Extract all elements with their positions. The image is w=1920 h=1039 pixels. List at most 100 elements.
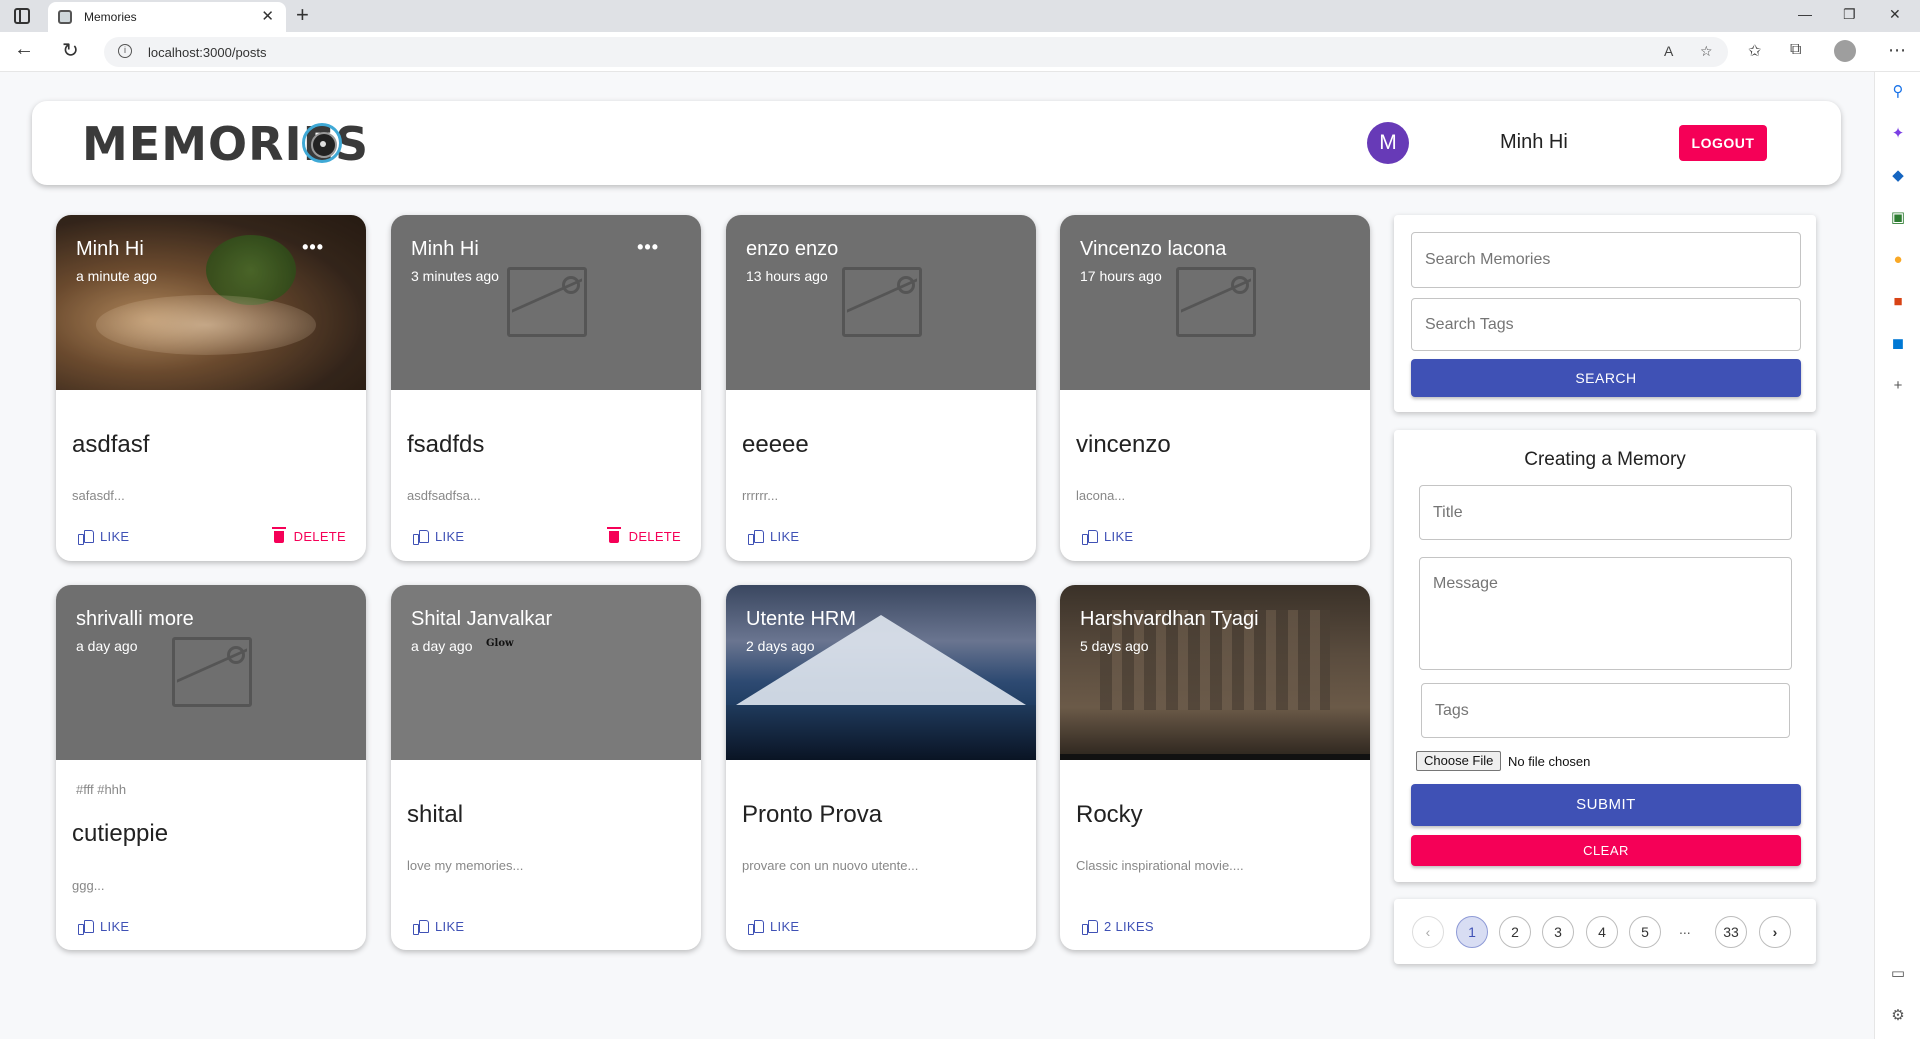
outlook-icon[interactable]: ◼ — [1888, 334, 1908, 354]
post-title: shital — [407, 801, 464, 828]
like-button[interactable]: 2 LIKES — [1082, 919, 1154, 935]
like-button[interactable]: LIKE — [748, 919, 799, 935]
post-author: shrivalli more — [76, 608, 194, 630]
post-time: 5 days ago — [1080, 638, 1149, 654]
post-message: ggg... — [72, 878, 105, 893]
like-label: LIKE — [1104, 529, 1134, 544]
settings-gear-icon[interactable]: ⚙ — [1888, 1006, 1908, 1026]
more-options-icon[interactable]: ••• — [302, 237, 324, 258]
title-input[interactable] — [1419, 485, 1792, 540]
read-aloud-icon[interactable]: A — [1664, 43, 1673, 59]
delete-label: DELETE — [293, 529, 346, 544]
search-icon[interactable]: ⚲ — [1888, 82, 1908, 102]
post-card[interactable]: shrivalli more a day ago #fff #hhh cutie… — [56, 585, 366, 950]
post-card[interactable]: Minh Hi a minute ago ••• asdfasf safasdf… — [56, 215, 366, 561]
logout-button[interactable]: LOGOUT — [1679, 125, 1767, 161]
page-button[interactable]: 33 — [1715, 916, 1747, 948]
thumb-up-icon — [1082, 919, 1098, 935]
thumb-up-icon — [78, 529, 94, 545]
more-options-icon[interactable]: ••• — [637, 237, 659, 258]
office-icon[interactable]: ■ — [1888, 292, 1908, 312]
add-sidebar-icon[interactable]: + — [1888, 376, 1908, 396]
like-button[interactable]: LIKE — [413, 529, 465, 545]
minimize-icon[interactable]: — — [1798, 6, 1812, 22]
games-icon[interactable]: ● — [1888, 250, 1908, 270]
post-title: cutieppie — [72, 820, 169, 847]
post-time: a day ago — [76, 638, 138, 654]
file-status: No file chosen — [1508, 754, 1591, 769]
page-ellipsis: ... — [1679, 921, 1691, 937]
page-button[interactable]: 3 — [1542, 916, 1574, 948]
thumb-up-icon — [748, 919, 764, 935]
message-input[interactable] — [1419, 557, 1792, 670]
previous-page-icon[interactable]: ‹ — [1412, 916, 1444, 948]
like-button[interactable]: LIKE — [78, 529, 129, 545]
page-button[interactable]: 2 — [1499, 916, 1531, 948]
collections-icon[interactable]: ⧉ — [1790, 41, 1801, 59]
shopping-tag-icon[interactable]: ◆ — [1888, 166, 1908, 186]
submit-button[interactable]: SUBMIT — [1411, 784, 1801, 826]
post-card[interactable]: Shital Janvalkar a day ago Glow shital l… — [391, 585, 701, 950]
like-label: LIKE — [435, 919, 465, 934]
url-text: localhost:3000/posts — [148, 45, 267, 60]
post-card[interactable]: Harshvardhan Tyagi 5 days ago Rocky Clas… — [1060, 585, 1370, 950]
search-memories-input[interactable] — [1411, 232, 1801, 288]
post-time: 3 minutes ago — [411, 268, 499, 284]
thumb-up-icon — [413, 919, 429, 935]
post-author: enzo enzo — [746, 238, 839, 260]
like-label: LIKE — [770, 529, 800, 544]
url-field[interactable]: i localhost:3000/posts A ☆ — [104, 37, 1728, 67]
delete-button[interactable]: DELETE — [606, 527, 681, 544]
like-button[interactable]: LIKE — [78, 919, 129, 935]
tab-close-icon[interactable]: ✕ — [261, 7, 274, 25]
post-tags: #fff #hhh — [76, 782, 127, 797]
like-label: LIKE — [435, 529, 465, 544]
tags-input[interactable] — [1421, 683, 1790, 738]
like-button[interactable]: LIKE — [748, 529, 800, 545]
post-title: asdfasf — [72, 431, 150, 458]
post-card[interactable]: Utente HRM 2 days ago Pronto Prova prova… — [726, 585, 1036, 950]
copilot-icon[interactable]: ✦ — [1888, 124, 1908, 144]
post-message: Classic inspirational movie.... — [1076, 858, 1244, 873]
image-placeholder-icon — [1176, 267, 1256, 337]
clear-button[interactable]: CLEAR — [1411, 835, 1801, 866]
restore-icon[interactable]: ❐ — [1843, 6, 1856, 23]
favorite-star-icon[interactable]: ☆ — [1700, 43, 1713, 60]
favorites-icon[interactable]: ✩ — [1748, 41, 1761, 61]
new-tab-icon[interactable]: + — [296, 2, 309, 28]
post-author: Utente HRM — [746, 608, 857, 630]
search-tags-input[interactable] — [1411, 298, 1801, 351]
delete-button[interactable]: DELETE — [271, 527, 346, 544]
tab-actions-icon[interactable] — [14, 8, 30, 24]
profile-avatar-icon[interactable] — [1834, 40, 1856, 62]
post-title: eeeee — [742, 431, 809, 458]
window-close-icon[interactable]: ✕ — [1889, 6, 1901, 23]
post-card[interactable]: Vincenzo lacona 17 hours ago vincenzo la… — [1060, 215, 1370, 561]
post-time: 13 hours ago — [746, 268, 828, 284]
next-page-icon[interactable]: › — [1759, 916, 1791, 948]
post-title: Pronto Prova — [742, 801, 883, 828]
page-button[interactable]: 4 — [1586, 916, 1618, 948]
post-card[interactable]: enzo enzo 13 hours ago eeeee rrrrrr... L… — [726, 215, 1036, 561]
tools-icon[interactable]: ▣ — [1888, 208, 1908, 228]
page-button[interactable]: 1 — [1456, 916, 1488, 948]
page-button[interactable]: 5 — [1629, 916, 1661, 948]
tab-favicon-icon — [58, 10, 72, 24]
post-message: rrrrrr... — [742, 488, 779, 503]
sidebar-toggle-icon[interactable]: ▭ — [1888, 964, 1908, 984]
image-placeholder-icon — [172, 637, 252, 707]
choose-file-button[interactable]: Choose File — [1416, 751, 1502, 771]
like-button[interactable]: LIKE — [413, 919, 465, 935]
browser-tab[interactable]: Memories ✕ — [48, 2, 286, 32]
browser-menu-icon[interactable]: ⋯ — [1888, 40, 1906, 61]
app-header: MEMORIES M Minh Hi LOGOUT — [32, 101, 1841, 185]
back-icon[interactable]: ← — [14, 38, 34, 61]
search-button[interactable]: SEARCH — [1411, 359, 1801, 397]
create-memory-form: Creating a Memory Choose File No file ch… — [1394, 430, 1816, 882]
like-button[interactable]: LIKE — [1082, 529, 1134, 545]
post-message: safasdf... — [72, 488, 125, 503]
refresh-icon[interactable]: ↻ — [62, 38, 79, 63]
memories-logo-icon — [302, 123, 342, 163]
site-info-icon[interactable]: i — [118, 44, 132, 58]
post-card[interactable]: Minh Hi 3 minutes ago ••• fsadfds asdfsa… — [391, 215, 701, 561]
